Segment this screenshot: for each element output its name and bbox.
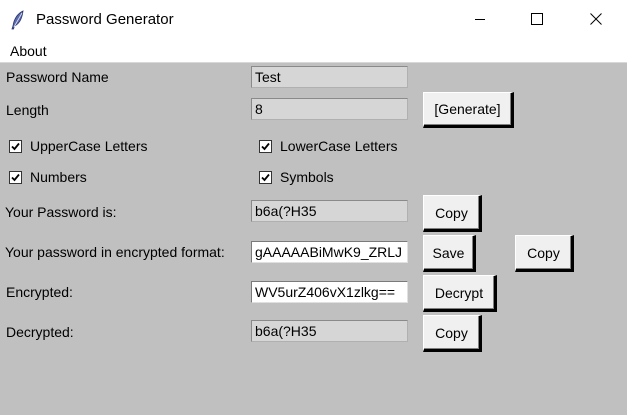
encrypted-format-output[interactable]: gAAAAABiMwK9_ZRLJ [251, 241, 408, 263]
your-password-label: Your Password is: [5, 204, 117, 220]
minimize-icon [474, 12, 486, 28]
checkmark-icon [261, 173, 270, 182]
decrypted-label: Decrypted: [6, 324, 74, 340]
close-button[interactable] [573, 0, 619, 40]
close-icon [590, 12, 602, 28]
password-name-label: Password Name [6, 69, 109, 85]
copy-password-button[interactable]: Copy [423, 195, 482, 232]
copy-decrypted-button[interactable]: Copy [423, 315, 482, 352]
checkmark-icon [11, 173, 20, 182]
feather-icon [10, 10, 26, 30]
your-password-output[interactable]: b6a(?H35 [251, 200, 408, 222]
encrypted-format-label: Your password in encrypted format: [5, 244, 225, 260]
maximize-button[interactable] [514, 0, 560, 40]
main-form: Password Name Test Length 8 [Generate] U… [0, 63, 627, 415]
encrypted-label: Encrypted: [6, 284, 73, 300]
decrypt-button[interactable]: Decrypt [423, 275, 497, 312]
generate-button[interactable]: [Generate] [423, 92, 514, 128]
copy-encrypted-button[interactable]: Copy [515, 235, 574, 272]
window-title: Password Generator [36, 11, 174, 28]
minimize-button[interactable] [457, 0, 503, 40]
length-label: Length [6, 102, 49, 118]
menu-about[interactable]: About [10, 43, 47, 59]
checkmark-icon [11, 142, 20, 151]
symbols-checkbox[interactable] [259, 171, 272, 184]
save-button[interactable]: Save [423, 235, 476, 272]
checkmark-icon [261, 142, 270, 151]
password-name-input[interactable]: Test [251, 66, 408, 88]
uppercase-label[interactable]: UpperCase Letters [30, 138, 148, 154]
encrypted-input[interactable]: WV5urZ406vX1zlkg== [251, 281, 408, 303]
symbols-label[interactable]: Symbols [280, 169, 334, 185]
menu-bar: About [0, 40, 627, 63]
lowercase-label[interactable]: LowerCase Letters [280, 138, 398, 154]
numbers-label[interactable]: Numbers [30, 169, 87, 185]
uppercase-checkbox[interactable] [9, 140, 22, 153]
decrypted-output[interactable]: b6a(?H35 [251, 320, 408, 342]
lowercase-checkbox[interactable] [259, 140, 272, 153]
numbers-checkbox[interactable] [9, 171, 22, 184]
length-input[interactable]: 8 [251, 98, 408, 120]
maximize-icon [531, 12, 543, 28]
title-bar: Password Generator [0, 0, 627, 40]
